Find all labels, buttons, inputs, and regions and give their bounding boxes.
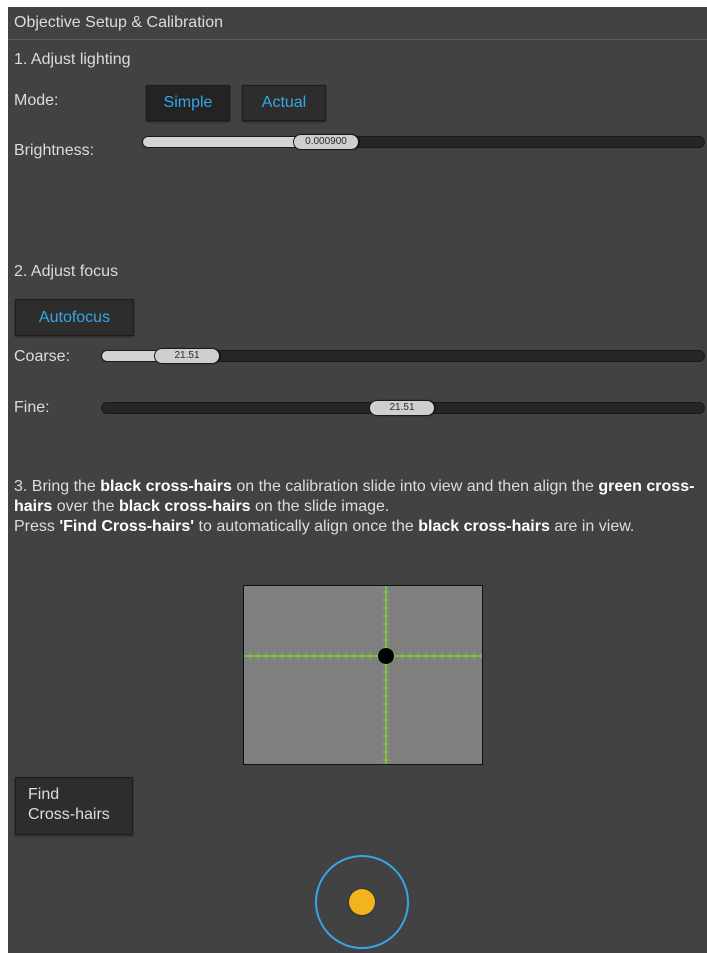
lighting-section-title: 1. Adjust lighting bbox=[14, 51, 131, 68]
brightness-slider-fill bbox=[143, 137, 301, 147]
instruction-emphasis: black cross-hairs bbox=[100, 478, 232, 495]
mode-actual-button[interactable]: Actual bbox=[242, 85, 326, 121]
coarse-slider-thumb[interactable]: 21.51 bbox=[154, 348, 220, 364]
find-crosshairs-line2: Cross-hairs bbox=[28, 806, 110, 823]
instruction-text: on the calibration slide into view and t… bbox=[231, 478, 599, 495]
find-crosshairs-line1: Find bbox=[28, 786, 60, 803]
instruction-text: on the slide image. bbox=[250, 498, 390, 515]
focus-section-title: 2. Adjust focus bbox=[14, 263, 119, 280]
brightness-label: Brightness: bbox=[14, 142, 95, 159]
coarse-label: Coarse: bbox=[14, 348, 71, 365]
instruction-text: to automatically align once the bbox=[194, 518, 419, 535]
instruction-emphasis: 'Find Cross-hairs' bbox=[59, 518, 195, 535]
instruction-text: over the bbox=[52, 498, 119, 515]
fine-slider[interactable]: 21.51 bbox=[101, 400, 705, 416]
crosshair-instructions: 3. Bring the black cross-hairs on the ca… bbox=[14, 477, 704, 537]
instruction-text: 3. Bring the bbox=[14, 478, 101, 495]
fine-label: Fine: bbox=[14, 399, 50, 416]
crosshair-graphic bbox=[244, 586, 483, 764]
stage-joystick[interactable] bbox=[315, 855, 409, 949]
panel-title: Objective Setup & Calibration bbox=[8, 7, 707, 40]
mode-simple-button[interactable]: Simple bbox=[146, 85, 230, 121]
coarse-slider-fill bbox=[102, 351, 162, 361]
mode-label: Mode: bbox=[14, 92, 59, 109]
brightness-slider[interactable]: 0.000900 bbox=[142, 134, 705, 150]
fine-slider-thumb[interactable]: 21.51 bbox=[369, 400, 435, 416]
find-crosshairs-button[interactable]: Find Cross-hairs bbox=[15, 777, 133, 835]
coarse-slider[interactable]: 21.51 bbox=[101, 348, 705, 364]
instruction-emphasis: black cross-hairs bbox=[418, 518, 550, 535]
green-crosshairs bbox=[244, 586, 483, 764]
brightness-slider-thumb[interactable]: 0.000900 bbox=[293, 134, 359, 150]
joystick-knob[interactable] bbox=[349, 889, 375, 915]
calibration-panel: Objective Setup & Calibration 1. Adjust … bbox=[8, 7, 707, 953]
crosshair-preview bbox=[243, 585, 483, 765]
instruction-text: are in view. bbox=[549, 518, 635, 535]
black-crosshair-target bbox=[378, 648, 394, 664]
instruction-text: Press bbox=[14, 518, 60, 535]
autofocus-button[interactable]: Autofocus bbox=[15, 299, 134, 336]
instruction-emphasis: black cross-hairs bbox=[118, 498, 251, 515]
